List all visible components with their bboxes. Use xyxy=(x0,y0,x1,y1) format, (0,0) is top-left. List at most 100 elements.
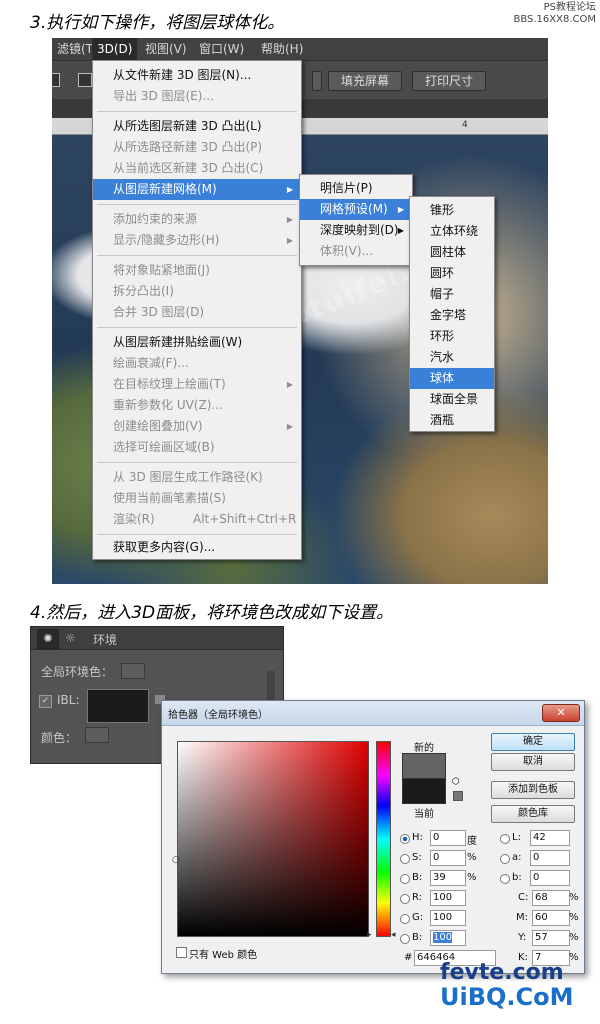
color-swatch[interactable] xyxy=(85,727,109,743)
lightness-radio[interactable] xyxy=(500,834,510,844)
brightness-radio[interactable] xyxy=(400,874,410,884)
color-libraries-button[interactable]: 颜色库 xyxy=(491,805,575,823)
red-radio[interactable] xyxy=(400,894,410,904)
ibl-texture-swatch[interactable] xyxy=(87,689,149,723)
cyan-input[interactable]: 68 xyxy=(532,890,570,906)
separator xyxy=(97,327,297,328)
options-button-edge xyxy=(312,71,322,91)
menu-item-paint-overlay[interactable]: 创建绘图叠加(V) ▶ xyxy=(93,416,301,437)
menu-item-label: 显示/隐藏多边形(H) xyxy=(113,233,220,247)
menu-item-select-paintable[interactable]: 选择可绘画区域(B) xyxy=(93,437,301,458)
menu-item-work-path-from-3d[interactable]: 从 3D 图层生成工作路径(K) xyxy=(93,467,301,488)
saturation-input[interactable]: 0 xyxy=(430,850,466,866)
add-to-swatches-button[interactable]: 添加到色板 xyxy=(491,781,575,799)
menu-item-sphere[interactable]: 球体 xyxy=(410,368,494,389)
menu-item-export-3d[interactable]: 导出 3D 图层(E)... xyxy=(93,86,301,107)
menu-item-new-mesh-from-layer[interactable]: 从图层新建网格(M) ▶ xyxy=(93,179,301,200)
menu-item-snap-to-ground[interactable]: 将对象贴紧地面(J) xyxy=(93,260,301,281)
hue-radio[interactable] xyxy=(400,834,410,844)
hue-input[interactable]: 0 xyxy=(430,830,466,846)
menu-item-extrude-path[interactable]: 从所选路径新建 3D 凸出(P) xyxy=(93,137,301,158)
print-size-button[interactable]: 打印尺寸 xyxy=(412,71,486,91)
light-icon[interactable]: ☼ xyxy=(65,629,76,647)
menu-item-get-more-content[interactable]: 获取更多内容(G)... xyxy=(93,537,301,558)
ok-button[interactable]: 确定 xyxy=(491,733,575,751)
menu-item-merge-3d-layers[interactable]: 合并 3D 图层(D) xyxy=(93,302,301,323)
checkbox[interactable] xyxy=(52,73,60,87)
menu-item-ring[interactable]: 环形 xyxy=(410,326,494,347)
menu-item-pyramid[interactable]: 金字塔 xyxy=(410,305,494,326)
menu-item-cone[interactable]: 锥形 xyxy=(410,200,494,221)
close-button[interactable]: ✕ xyxy=(542,704,580,722)
menu-item-tiled-painting[interactable]: 从图层新建拼贴绘画(W) xyxy=(93,332,301,353)
menu-item-hat[interactable]: 帽子 xyxy=(410,284,494,305)
hue-slider-left-arrow-icon[interactable]: ▸ xyxy=(367,930,372,940)
menu-3d[interactable]: 3D(D) xyxy=(92,38,138,60)
web-safe-swatch-icon[interactable] xyxy=(453,791,463,801)
brightness-label: B: xyxy=(412,872,423,883)
menu-item-donut[interactable]: 圆环 xyxy=(410,263,494,284)
red-input[interactable]: 100 xyxy=(430,890,466,906)
a-input[interactable]: 0 xyxy=(530,850,570,866)
menu-item-cylinder[interactable]: 圆柱体 xyxy=(410,242,494,263)
b-radio[interactable] xyxy=(500,874,510,884)
menu-item-label: 添加约束的来源 xyxy=(113,212,198,226)
ibl-checkbox[interactable]: ✓ xyxy=(39,695,52,708)
hue-slider-right-arrow-icon[interactable]: ◂ xyxy=(391,930,396,940)
blue-input[interactable]: 100 xyxy=(430,930,466,946)
magenta-input[interactable]: 60 xyxy=(532,910,570,926)
menu-item-show-hide-polygons[interactable]: 显示/隐藏多边形(H) ▶ xyxy=(93,230,301,251)
menu-item-constraint-source[interactable]: 添加约束的来源 ▶ xyxy=(93,209,301,230)
menu-help[interactable]: 帮助(H) xyxy=(256,38,308,60)
yellow-input[interactable]: 57 xyxy=(532,930,570,946)
saturation-radio[interactable] xyxy=(400,854,410,864)
menu-item-depth-map[interactable]: 深度映射到(D) ▶ xyxy=(300,220,412,241)
blue-radio[interactable] xyxy=(400,934,410,944)
menu-item-label: 渲染(R) xyxy=(113,512,155,526)
color-field[interactable] xyxy=(177,741,369,937)
lightness-input[interactable]: 42 xyxy=(530,830,570,846)
b-input[interactable]: 0 xyxy=(530,870,570,886)
menu-item-mesh-presets[interactable]: 网格预设(M) ▶ xyxy=(300,199,412,220)
menu-window[interactable]: 窗口(W) xyxy=(194,38,249,60)
cancel-button[interactable]: 取消 xyxy=(491,753,575,771)
menu-item-extrude-selection[interactable]: 从当前选区新建 3D 凸出(C) xyxy=(93,158,301,179)
site-watermark-line1: PS教程论坛 xyxy=(543,2,596,13)
menu-item-soda-can[interactable]: 汽水 xyxy=(410,347,494,368)
menu-item-wine-bottle[interactable]: 酒瓶 xyxy=(410,410,494,431)
cube-warning-icon[interactable]: ⬡ xyxy=(452,777,460,787)
menu-item-reparameterize-uv[interactable]: 重新参数化 UV(Z)... xyxy=(93,395,301,416)
menu-item-paint-on-texture[interactable]: 在目标纹理上绘画(T) ▶ xyxy=(93,374,301,395)
panel-tab-environment[interactable]: 环境 xyxy=(93,631,117,648)
hex-label: # xyxy=(404,952,413,963)
green-radio[interactable] xyxy=(400,914,410,924)
menu-item-sketch-brush[interactable]: 使用当前画笔素描(S) xyxy=(93,488,301,509)
blue-label: B: xyxy=(412,932,423,943)
menu-item-extrude-layer[interactable]: 从所选图层新建 3D 凸出(L) xyxy=(93,116,301,137)
menu-item-postcard[interactable]: 明信片(P) xyxy=(300,178,412,199)
hue-slider[interactable] xyxy=(376,741,391,937)
menu-view[interactable]: 视图(V) xyxy=(140,38,192,60)
menu-item-split-extrusion[interactable]: 拆分凸出(I) xyxy=(93,281,301,302)
menu-item-label: 在目标纹理上绘画(T) xyxy=(113,377,226,391)
global-ambient-swatch[interactable] xyxy=(121,663,145,679)
brightness-input[interactable]: 39 xyxy=(430,870,466,886)
fill-screen-button[interactable]: 填充屏幕 xyxy=(328,71,402,91)
panel-tab-bar: ✺ ☼ 环境 xyxy=(31,627,283,650)
environment-icon[interactable]: ✺ xyxy=(37,629,59,649)
saturation-unit: % xyxy=(467,852,477,863)
menu-item-render[interactable]: 渲染(R) Alt+Shift+Ctrl+R xyxy=(93,509,301,530)
submenu-arrow-icon: ▶ xyxy=(286,185,293,194)
menu-item-spherical-panorama[interactable]: 球面全景 xyxy=(410,389,494,410)
a-radio[interactable] xyxy=(500,854,510,864)
menu-item-paint-falloff[interactable]: 绘画衰减(F)... xyxy=(93,353,301,374)
checkbox[interactable] xyxy=(78,73,92,87)
menu-item-volume[interactable]: 体积(V)... xyxy=(300,241,412,262)
menu-item-new-3d-from-file[interactable]: 从文件新建 3D 图层(N)... xyxy=(93,65,301,86)
blue-input-value: 100 xyxy=(433,932,453,943)
menu-item-cube-wrap[interactable]: 立体环绕 xyxy=(410,221,494,242)
green-input[interactable]: 100 xyxy=(430,910,466,926)
current-color-swatch[interactable] xyxy=(402,778,446,804)
menu-bar: 滤镜(T) 3D(D) 视图(V) 窗口(W) 帮助(H) xyxy=(52,38,548,61)
web-only-checkbox[interactable] xyxy=(176,947,187,958)
